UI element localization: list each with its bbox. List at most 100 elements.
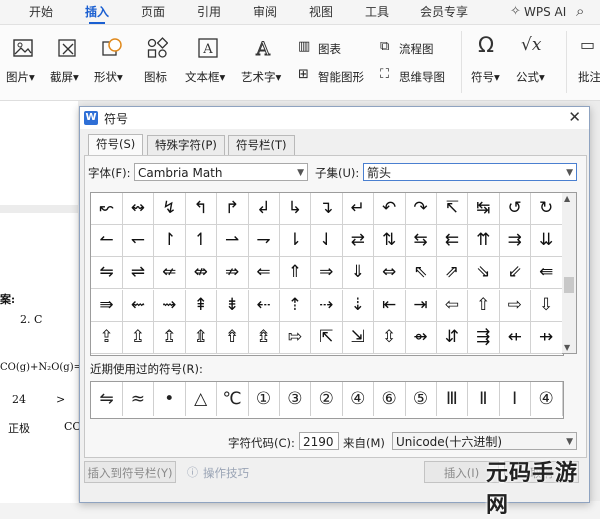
symbol-cell[interactable]: ↳ [279, 193, 312, 225]
symbol-cell[interactable]: ↼ [91, 225, 123, 258]
tips-link[interactable]: 操作技巧 [203, 465, 249, 481]
symbol-cell[interactable]: ⇓ [342, 257, 375, 290]
symbol-cell[interactable]: ⇤ [373, 289, 406, 322]
symbol-cell[interactable]: ⇄ [342, 225, 375, 258]
symbol-cell[interactable]: ↰ [185, 193, 218, 225]
symbol-cell[interactable]: ⇗ [436, 257, 469, 290]
symbol-cell[interactable]: ⇦ [436, 289, 469, 322]
symbol-cell[interactable]: ⇝ [153, 289, 186, 322]
symbol-cell[interactable]: ⇡ [279, 289, 312, 322]
font-select[interactable]: Cambria Math ▼ [134, 163, 308, 181]
smartart-button[interactable]: 智能图形 [318, 69, 364, 85]
scroll-down-icon[interactable]: ▼ [564, 343, 570, 352]
symbol-cell[interactable]: ⇆ [405, 225, 437, 258]
symbol-cell[interactable]: ↴ [310, 193, 343, 225]
scroll-up-icon[interactable]: ▲ [564, 194, 570, 203]
symbol-cell[interactable]: ⇏ [216, 257, 249, 290]
symbol-cell[interactable]: ↺ [499, 193, 532, 225]
recent-symbol-cell[interactable]: ≈ [122, 382, 155, 416]
wps-ai-button[interactable]: WPS AI [524, 2, 566, 22]
chart-button[interactable]: 图表 [318, 41, 341, 57]
subset-select[interactable]: 箭头 ▼ [363, 163, 577, 181]
symbol-cell[interactable]: ⇋ [91, 257, 123, 290]
symbol-cell[interactable]: ↻ [530, 193, 563, 225]
textbox-button[interactable]: 文本框▾ [185, 69, 225, 85]
symbol-cell[interactable]: ↲ [248, 193, 280, 225]
symbol-cell[interactable]: ↵ [342, 193, 375, 225]
recent-symbol-cell[interactable]: ② [311, 382, 343, 416]
symbol-cell[interactable]: ⇔ [373, 257, 406, 290]
formula-button[interactable]: 公式▾ [516, 69, 545, 85]
symbol-cell[interactable]: ⇇ [436, 225, 469, 258]
insert-to-symbol-bar-button[interactable]: 插入到符号栏(Y) [84, 461, 176, 483]
symbol-cell[interactable]: ⇯ [248, 321, 280, 354]
symbol-cell[interactable]: ⇬ [153, 321, 186, 354]
symbol-cell[interactable]: ⇁ [248, 225, 280, 258]
search-icon[interactable]: ⌕ [576, 2, 584, 20]
symbol-cell[interactable]: ⇳ [373, 321, 406, 354]
symbol-cell[interactable]: ⇱ [310, 321, 343, 354]
symbol-cell[interactable]: ⇒ [310, 257, 343, 290]
symbol-cell[interactable]: ⇂ [279, 225, 312, 258]
icon-button[interactable]: 图标 [144, 69, 167, 85]
symbol-cell[interactable]: ⇠ [248, 289, 280, 322]
symbol-cell[interactable]: ↸ [436, 193, 469, 225]
symbol-cell[interactable]: ⇊ [530, 225, 563, 258]
symbol-cell[interactable]: ⇛ [91, 289, 123, 322]
symbol-cell[interactable]: ⇞ [185, 289, 218, 322]
symbol-cell[interactable]: ⇫ [122, 321, 155, 354]
close-icon[interactable]: ✕ [568, 108, 581, 126]
recent-symbol-cell[interactable]: ⇋ [91, 382, 123, 416]
symbol-cell[interactable]: ⇲ [342, 321, 375, 354]
symbol-cell[interactable]: ⇷ [499, 321, 532, 354]
symbol-cell[interactable]: ↱ [216, 193, 249, 225]
recent-symbol-cell[interactable]: ① [248, 382, 280, 416]
symbol-cell[interactable]: ⇴ [405, 321, 437, 354]
menu-tab-member[interactable]: 会员专享 [420, 2, 468, 22]
symbol-grid-scrollbar[interactable]: ▲ ▼ [562, 192, 577, 354]
symbol-cell[interactable]: ⇌ [122, 257, 155, 290]
menu-tab-view[interactable]: 视图 [309, 2, 333, 22]
symbol-cell[interactable]: ↷ [405, 193, 437, 225]
symbol-button[interactable]: 符号▾ [471, 69, 500, 85]
picture-button[interactable]: 图片▾ [6, 69, 35, 85]
symbol-cell[interactable]: ⇐ [248, 257, 280, 290]
char-code-input[interactable]: 2190 [299, 432, 339, 450]
symbol-cell[interactable]: ⇢ [310, 289, 343, 322]
encoding-select[interactable]: Unicode(十六进制) ▼ [392, 432, 577, 450]
symbol-cell[interactable]: ↽ [122, 225, 155, 258]
menu-tab-start[interactable]: 开始 [29, 2, 53, 22]
symbol-cell[interactable]: ⇍ [153, 257, 186, 290]
symbol-cell[interactable]: ⇪ [91, 321, 123, 354]
symbol-cell[interactable]: ⇚ [530, 257, 563, 290]
recent-symbol-cell[interactable]: Ⅲ [436, 382, 469, 416]
symbol-cell[interactable]: ⇰ [279, 321, 312, 354]
menu-tab-tools[interactable]: 工具 [365, 2, 389, 22]
recent-symbol-cell[interactable]: Ⅰ [499, 382, 532, 416]
symbol-cell[interactable]: ⇃ [310, 225, 343, 258]
symbol-cell[interactable]: ⇵ [436, 321, 469, 354]
menu-tab-page[interactable]: 页面 [141, 2, 165, 22]
symbol-cell[interactable]: ⇸ [530, 321, 563, 354]
symbol-cell[interactable]: ⇎ [185, 257, 218, 290]
symbol-cell[interactable]: ↾ [153, 225, 186, 258]
symbol-cell[interactable]: ⇮ [216, 321, 249, 354]
symbol-cell[interactable]: ↜ [91, 193, 123, 225]
symbol-cell[interactable]: ⇭ [185, 321, 218, 354]
symbol-cell[interactable]: ⇘ [467, 257, 500, 290]
symbol-cell[interactable]: ⇟ [216, 289, 249, 322]
symbol-cell[interactable]: ⇙ [499, 257, 532, 290]
tab-symbol-bar[interactable]: 符号栏(T) [228, 135, 295, 155]
symbol-cell[interactable]: ↿ [185, 225, 218, 258]
recent-symbol-cell[interactable]: ④ [531, 382, 563, 416]
annotation-button[interactable]: 批注 [578, 69, 600, 85]
symbol-cell[interactable]: ⇩ [530, 289, 563, 322]
shape-button[interactable]: 形状▾ [94, 69, 123, 85]
symbol-cell[interactable]: ⇖ [405, 257, 437, 290]
recent-symbol-cell[interactable]: ℃ [217, 382, 249, 416]
symbol-cell[interactable]: ↶ [373, 193, 406, 225]
recent-symbol-cell[interactable]: ④ [342, 382, 375, 416]
symbol-cell[interactable]: ⇧ [467, 289, 500, 322]
wordart-button[interactable]: 艺术字▾ [241, 69, 281, 85]
menu-tab-review[interactable]: 审阅 [253, 2, 277, 22]
